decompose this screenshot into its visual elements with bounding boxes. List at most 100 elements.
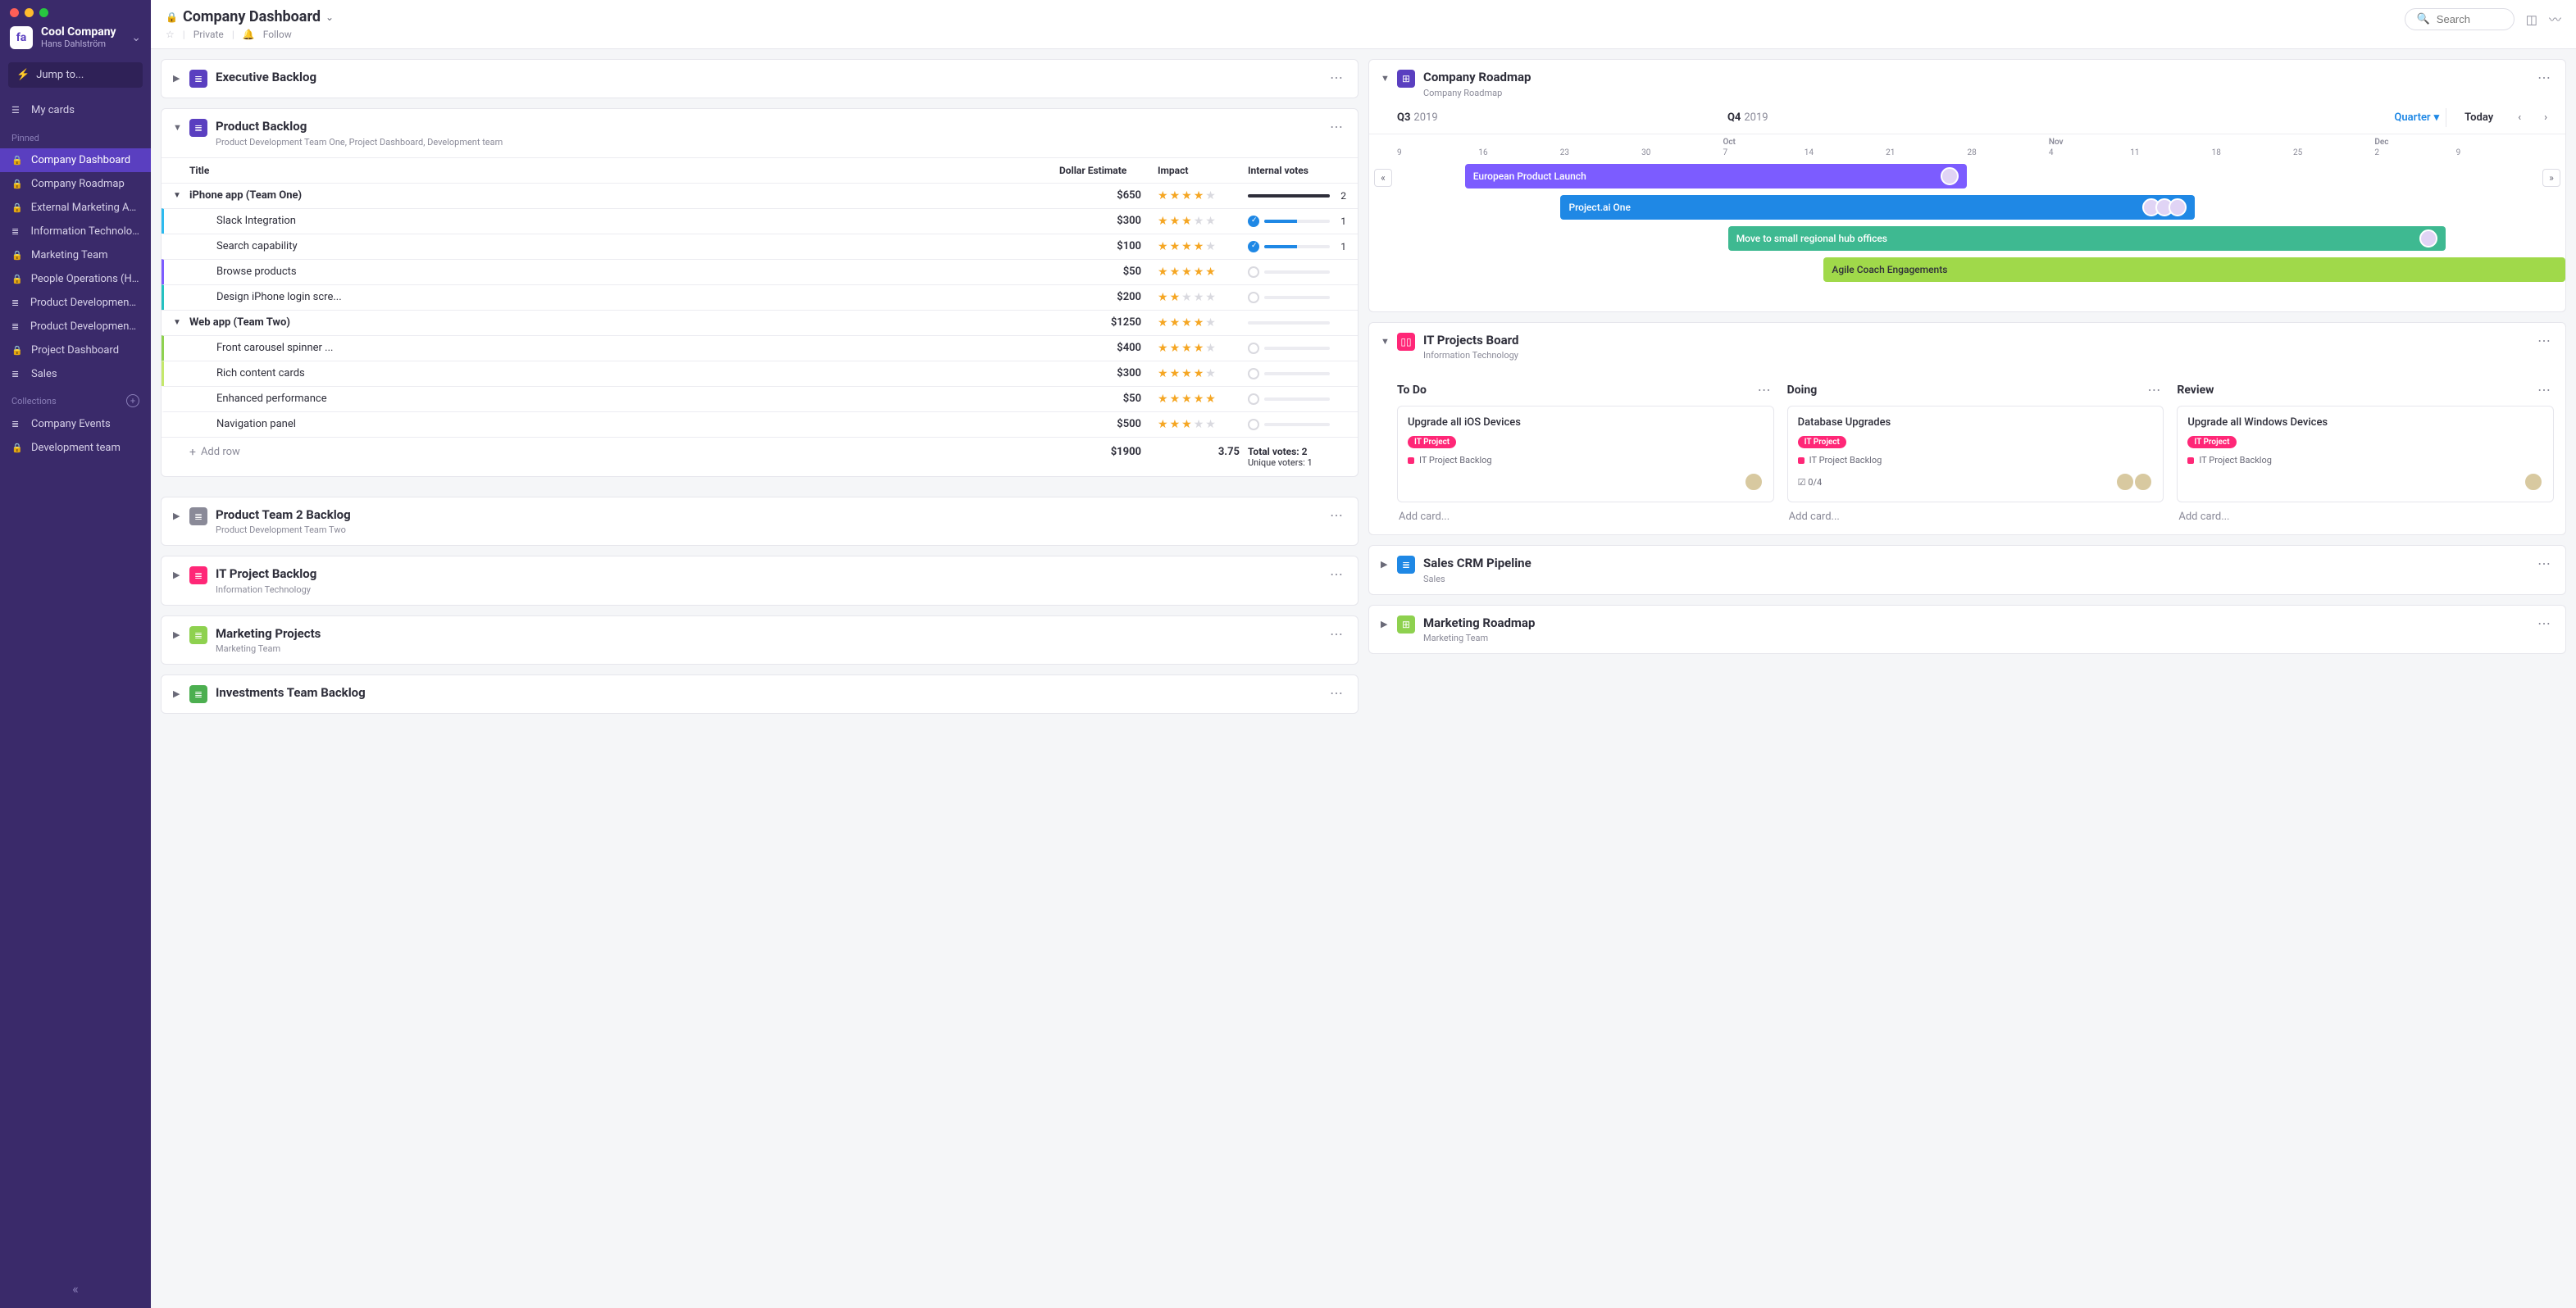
- search-box[interactable]: 🔍: [2405, 8, 2515, 30]
- row-impact[interactable]: ★★★★★: [1158, 367, 1248, 380]
- scroll-left[interactable]: «: [1374, 169, 1392, 187]
- col-title[interactable]: Title: [189, 165, 1059, 176]
- collapse-caret[interactable]: ▼: [1381, 333, 1389, 347]
- expand-caret[interactable]: ▶: [1381, 615, 1389, 629]
- expand-caret[interactable]: ▶: [1381, 556, 1389, 570]
- row-votes[interactable]: [1248, 292, 1346, 303]
- add-row-button[interactable]: + Add row: [189, 446, 1059, 459]
- period-q3[interactable]: Q32019: [1397, 111, 1438, 124]
- privacy-label[interactable]: Private: [193, 29, 224, 40]
- row-votes[interactable]: [1248, 393, 1346, 405]
- expand-caret[interactable]: ▶: [173, 626, 181, 640]
- column-menu-icon[interactable]: ⋯: [2534, 382, 2554, 397]
- expand-caret[interactable]: ▶: [173, 566, 181, 580]
- card-menu-icon[interactable]: ⋯: [1327, 119, 1346, 134]
- timescale-selector[interactable]: Quarter ▾: [2387, 108, 2446, 127]
- row-impact[interactable]: ★★★★★: [1158, 266, 1248, 279]
- sidebar-item[interactable]: ≣Sales: [0, 362, 151, 386]
- add-card-button[interactable]: Add card...: [1787, 502, 2164, 523]
- expand-caret[interactable]: ▶: [173, 70, 181, 84]
- roadmap-bar[interactable]: Project.ai One: [1560, 195, 2194, 220]
- add-card-button[interactable]: Add card...: [1397, 502, 1774, 523]
- row-votes[interactable]: [1248, 419, 1346, 430]
- row-impact[interactable]: ★★★★★: [1158, 215, 1248, 228]
- card-menu-icon[interactable]: ⋯: [1327, 685, 1346, 701]
- card-menu-icon[interactable]: ⋯: [2534, 70, 2554, 85]
- column-menu-icon[interactable]: ⋯: [2144, 382, 2164, 397]
- panel-icon[interactable]: ◫: [2526, 12, 2537, 27]
- sidebar-item[interactable]: ≣Company Events: [0, 412, 151, 436]
- my-cards[interactable]: ☰ My cards: [0, 96, 151, 125]
- sidebar-item[interactable]: ≣Information Technology: [0, 220, 151, 243]
- search-input[interactable]: [2437, 13, 2502, 25]
- table-row[interactable]: Navigation panel $500 ★★★★★: [162, 411, 1358, 437]
- card-menu-icon[interactable]: ⋯: [1327, 70, 1346, 85]
- table-group-row[interactable]: ▼ iPhone app (Team One) $650 ★★★★★ 2: [162, 183, 1358, 208]
- row-votes[interactable]: [1248, 266, 1346, 278]
- board-card[interactable]: Upgrade all iOS Devices IT Project IT Pr…: [1397, 406, 1774, 502]
- column-title[interactable]: Doing: [1787, 384, 1818, 397]
- expand-caret[interactable]: ▶: [173, 685, 181, 699]
- card-title[interactable]: Product Team 2 Backlog: [216, 507, 1318, 524]
- col-impact[interactable]: Impact: [1158, 165, 1248, 176]
- sidebar-item[interactable]: 🔒External Marketing Age...: [0, 196, 151, 220]
- card-title[interactable]: Executive Backlog: [216, 70, 1318, 86]
- card-menu-icon[interactable]: ⋯: [1327, 507, 1346, 523]
- scroll-right[interactable]: »: [2542, 169, 2560, 187]
- workspace-switcher[interactable]: fa Cool Company Hans Dahlström ⌄: [0, 22, 151, 59]
- card-menu-icon[interactable]: ⋯: [2534, 333, 2554, 348]
- add-collection-icon[interactable]: +: [126, 394, 139, 407]
- sidebar-item[interactable]: ≣Product Development T...: [0, 291, 151, 315]
- card-title[interactable]: Sales CRM Pipeline: [1423, 556, 2526, 572]
- roadmap-bar[interactable]: Move to small regional hub offices: [1728, 226, 2446, 251]
- card-title[interactable]: Marketing Projects: [216, 626, 1318, 643]
- table-group-row[interactable]: ▼ Web app (Team Two) $1250 ★★★★★: [162, 310, 1358, 335]
- vote-toggle[interactable]: [1248, 216, 1259, 227]
- vote-toggle[interactable]: [1248, 419, 1259, 430]
- vote-toggle[interactable]: [1248, 241, 1259, 252]
- column-menu-icon[interactable]: ⋯: [1755, 382, 1774, 397]
- star-icon[interactable]: ☆: [166, 29, 175, 40]
- vote-toggle[interactable]: [1248, 393, 1259, 405]
- card-title[interactable]: IT Project Backlog: [216, 566, 1318, 583]
- card-title[interactable]: Investments Team Backlog: [216, 685, 1318, 702]
- card-title[interactable]: IT Projects Board: [1423, 333, 2526, 349]
- page-title[interactable]: Company Dashboard: [183, 8, 321, 25]
- add-card-button[interactable]: Add card...: [2177, 502, 2554, 523]
- row-impact[interactable]: ★★★★★: [1158, 393, 1248, 406]
- sidebar-item[interactable]: ≣Product Development T...: [0, 315, 151, 338]
- follow-button[interactable]: Follow: [263, 29, 292, 40]
- jump-to[interactable]: ⚡ Jump to...: [8, 62, 143, 88]
- row-impact[interactable]: ★★★★★: [1158, 291, 1248, 304]
- row-impact[interactable]: ★★★★★: [1158, 342, 1248, 355]
- table-row[interactable]: Browse products $50 ★★★★★: [162, 259, 1358, 284]
- caret-down-icon[interactable]: ▼: [173, 191, 186, 200]
- prev-button[interactable]: ‹: [2511, 108, 2528, 127]
- card-title[interactable]: Product Backlog: [216, 119, 1318, 135]
- sidebar-item[interactable]: 🔒Company Dashboard: [0, 148, 151, 172]
- roadmap-bar[interactable]: Agile Coach Engagements: [1823, 257, 2565, 282]
- table-row[interactable]: Front carousel spinner ... $400 ★★★★★: [162, 335, 1358, 361]
- period-q4[interactable]: Q42019: [1727, 111, 1768, 124]
- row-votes[interactable]: 1: [1248, 216, 1346, 227]
- column-title[interactable]: To Do: [1397, 384, 1427, 397]
- table-row[interactable]: Search capability $100 ★★★★★ 1: [162, 234, 1358, 259]
- sidebar-item[interactable]: 🔒People Operations (HR): [0, 267, 151, 291]
- maximize-window[interactable]: [39, 8, 48, 17]
- today-button[interactable]: Today: [2456, 108, 2501, 127]
- caret-down-icon[interactable]: ▼: [173, 318, 186, 327]
- col-estimate[interactable]: Dollar Estimate: [1059, 165, 1158, 176]
- sidebar-item[interactable]: 🔒Project Dashboard: [0, 338, 151, 362]
- column-title[interactable]: Review: [2177, 384, 2214, 397]
- collapse-caret[interactable]: ▼: [173, 119, 181, 133]
- chevron-down-icon[interactable]: ⌄: [325, 11, 334, 23]
- vote-toggle[interactable]: [1248, 292, 1259, 303]
- vote-toggle[interactable]: [1248, 266, 1259, 278]
- card-menu-icon[interactable]: ⋯: [2534, 556, 2554, 571]
- card-menu-icon[interactable]: ⋯: [1327, 626, 1346, 642]
- vote-toggle[interactable]: [1248, 343, 1259, 354]
- card-menu-icon[interactable]: ⋯: [2534, 615, 2554, 631]
- row-impact[interactable]: ★★★★★: [1158, 316, 1248, 329]
- collapse-sidebar[interactable]: «: [0, 1269, 151, 1308]
- table-row[interactable]: Rich content cards $300 ★★★★★: [162, 361, 1358, 386]
